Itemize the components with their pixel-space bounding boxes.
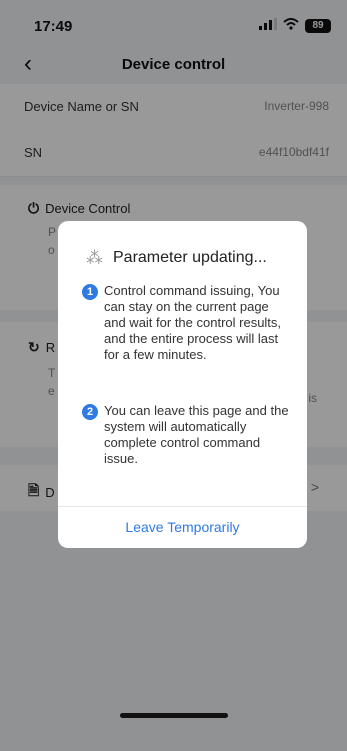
phone-screen: 17:49 89 ‹ Device control Device Name or… (0, 0, 347, 751)
parameter-updating-dialog: ⁂ Parameter updating... 1 Control comman… (58, 221, 307, 548)
dialog-step-1: 1 Control command issuing, You can stay … (82, 283, 291, 363)
dialog-title: Parameter updating... (113, 249, 267, 266)
leave-temporarily-button[interactable]: Leave Temporarily (58, 507, 307, 548)
step-1-badge: 1 (82, 284, 98, 300)
step-2-badge: 2 (82, 404, 98, 420)
step-2-text: You can leave this page and the system w… (104, 403, 289, 466)
loading-spinner-icon: ⁂ (86, 248, 103, 267)
dialog-step-2: 2 You can leave this page and the system… (82, 403, 291, 467)
dialog-header: ⁂ Parameter updating... (86, 248, 267, 268)
step-1-text: Control command issuing, You can stay on… (104, 283, 282, 362)
home-indicator[interactable] (120, 713, 228, 718)
